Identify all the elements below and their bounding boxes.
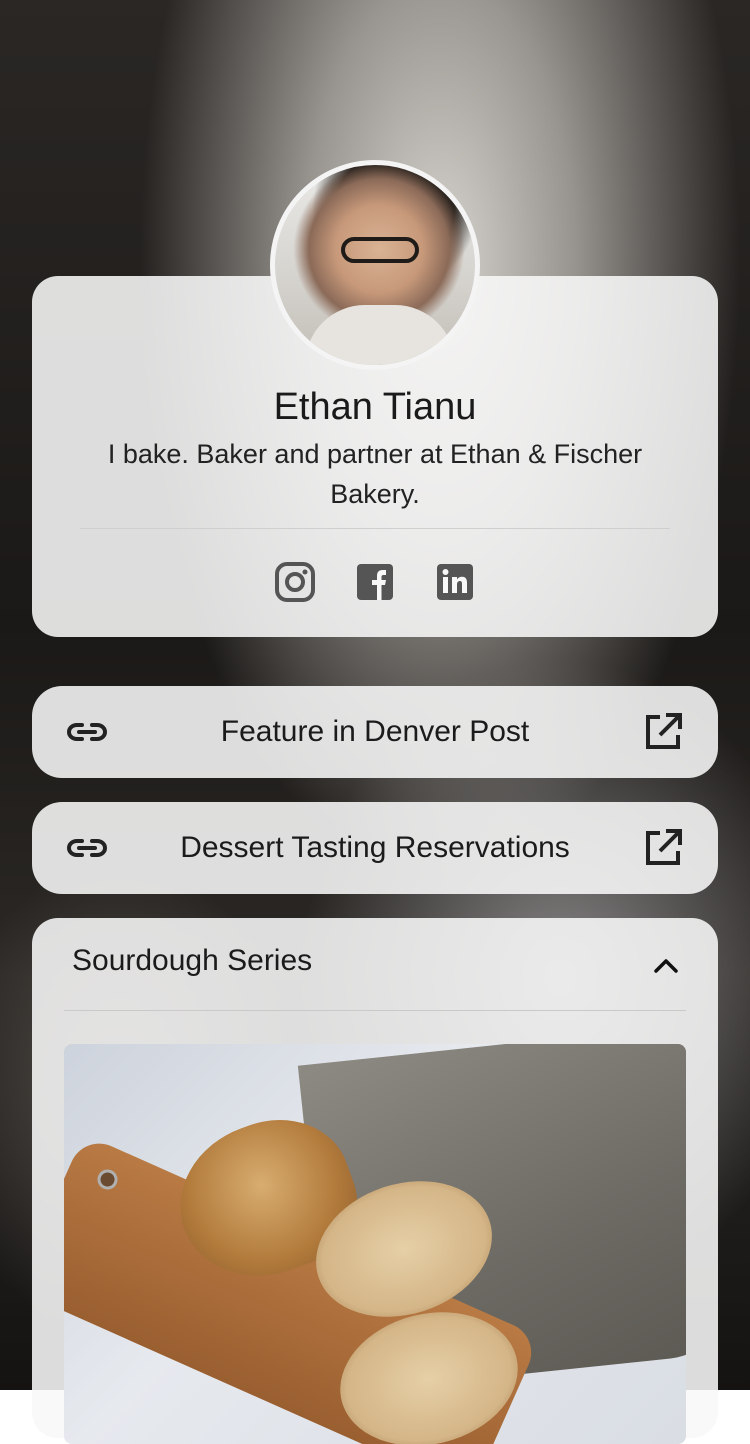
chevron-up-icon[interactable] xyxy=(652,952,680,980)
sourdough-section: Sourdough Series xyxy=(32,918,718,1444)
instagram-icon[interactable] xyxy=(275,562,315,602)
divider xyxy=(80,528,670,529)
board-hole xyxy=(94,1166,121,1193)
link-button-denver-post[interactable]: Feature in Denver Post xyxy=(32,686,718,778)
sourdough-photo[interactable] xyxy=(64,1044,686,1444)
avatar-glasses xyxy=(341,237,419,263)
avatar xyxy=(270,160,480,370)
avatar-shirt xyxy=(305,305,455,365)
link-button-dessert-tasting[interactable]: Dessert Tasting Reservations xyxy=(32,802,718,894)
link-label: Feature in Denver Post xyxy=(220,715,530,748)
profile-name: Ethan Tianu xyxy=(273,386,477,428)
external-link-icon xyxy=(646,713,682,749)
link-icon xyxy=(66,723,108,741)
link-label: Dessert Tasting Reservations xyxy=(180,831,570,864)
section-divider xyxy=(64,1010,686,1011)
external-link-icon xyxy=(646,829,682,865)
profile-bio: I bake. Baker and partner at Ethan & Fis… xyxy=(107,439,643,509)
section-title[interactable]: Sourdough Series xyxy=(72,944,312,978)
linkedin-icon[interactable] xyxy=(435,562,475,602)
link-icon xyxy=(66,839,108,857)
social-links xyxy=(32,562,718,602)
facebook-icon[interactable] xyxy=(355,562,395,602)
